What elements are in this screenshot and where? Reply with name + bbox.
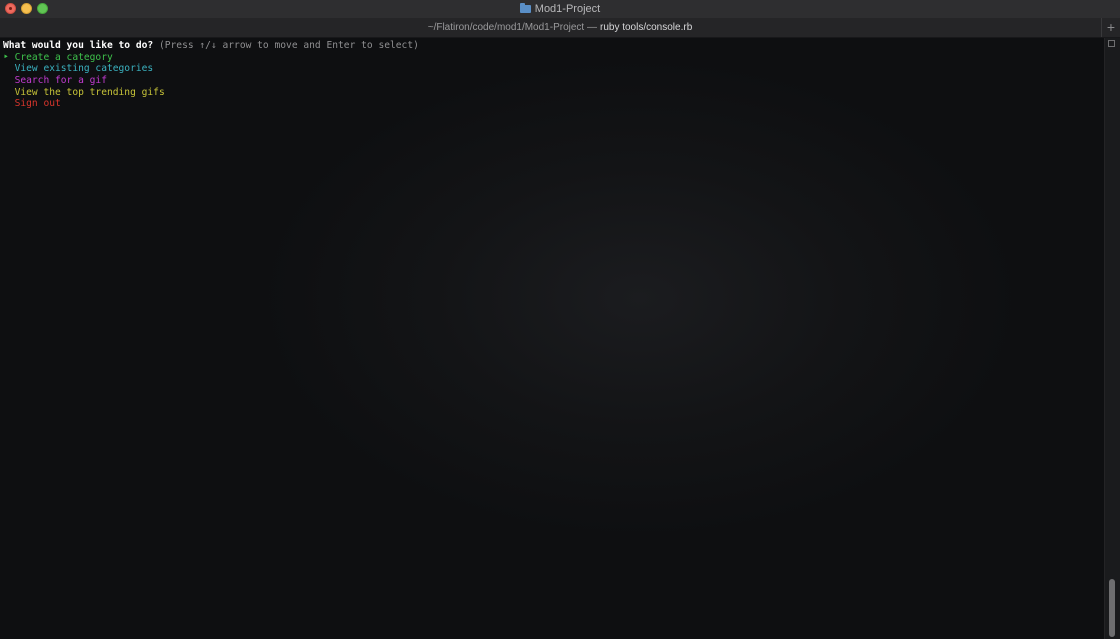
menu-option-view-categories[interactable]: View existing categories <box>3 63 1102 75</box>
new-tab-button[interactable]: + <box>1101 18 1120 37</box>
tab-path: ~/Flatiron/code/mod1/Mod1-Project — <box>427 22 597 33</box>
folder-icon <box>519 3 531 13</box>
window-title-group: Mod1-Project <box>0 0 1120 18</box>
scroll-marker-icon <box>1108 40 1115 47</box>
menu-option-label: Sign out <box>14 98 61 110</box>
menu-option-label: Create a category <box>14 51 113 63</box>
scroll-thumb[interactable] <box>1109 579 1115 637</box>
title-bar[interactable]: Mod1-Project <box>0 0 1120 19</box>
menu-option-label: Search for a gif <box>14 75 107 87</box>
menu-option-sign-out[interactable]: Sign out <box>3 98 1102 110</box>
menu-option-create-category[interactable]: ‣ Create a category <box>3 52 1102 64</box>
menu-option-search-gif[interactable]: Search for a gif <box>3 75 1102 87</box>
terminal-window: Mod1-Project ~/Flatiron/code/mod1/Mod1-P… <box>0 0 1120 639</box>
menu-option-label: View the top trending gifs <box>14 86 165 98</box>
window-title: Mod1-Project <box>534 3 601 15</box>
tab-bar[interactable]: ~/Flatiron/code/mod1/Mod1-Project — ruby… <box>0 18 1120 38</box>
menu-option-trending-gifs[interactable]: View the top trending gifs <box>3 87 1102 99</box>
terminal-output[interactable]: What would you like to do? (Press ↑/↓ ar… <box>0 38 1105 639</box>
selection-marker-icon: ‣ <box>3 51 9 63</box>
prompt-line: What would you like to do? (Press ↑/↓ ar… <box>3 40 1102 52</box>
prompt-hint: (Press ↑/↓ arrow to move and Enter to se… <box>158 40 419 51</box>
tab-command: ruby tools/console.rb <box>599 22 693 33</box>
menu-option-label: View existing categories <box>14 63 154 75</box>
prompt-question: What would you like to do? <box>3 40 154 51</box>
scrollbar[interactable] <box>1104 38 1120 639</box>
